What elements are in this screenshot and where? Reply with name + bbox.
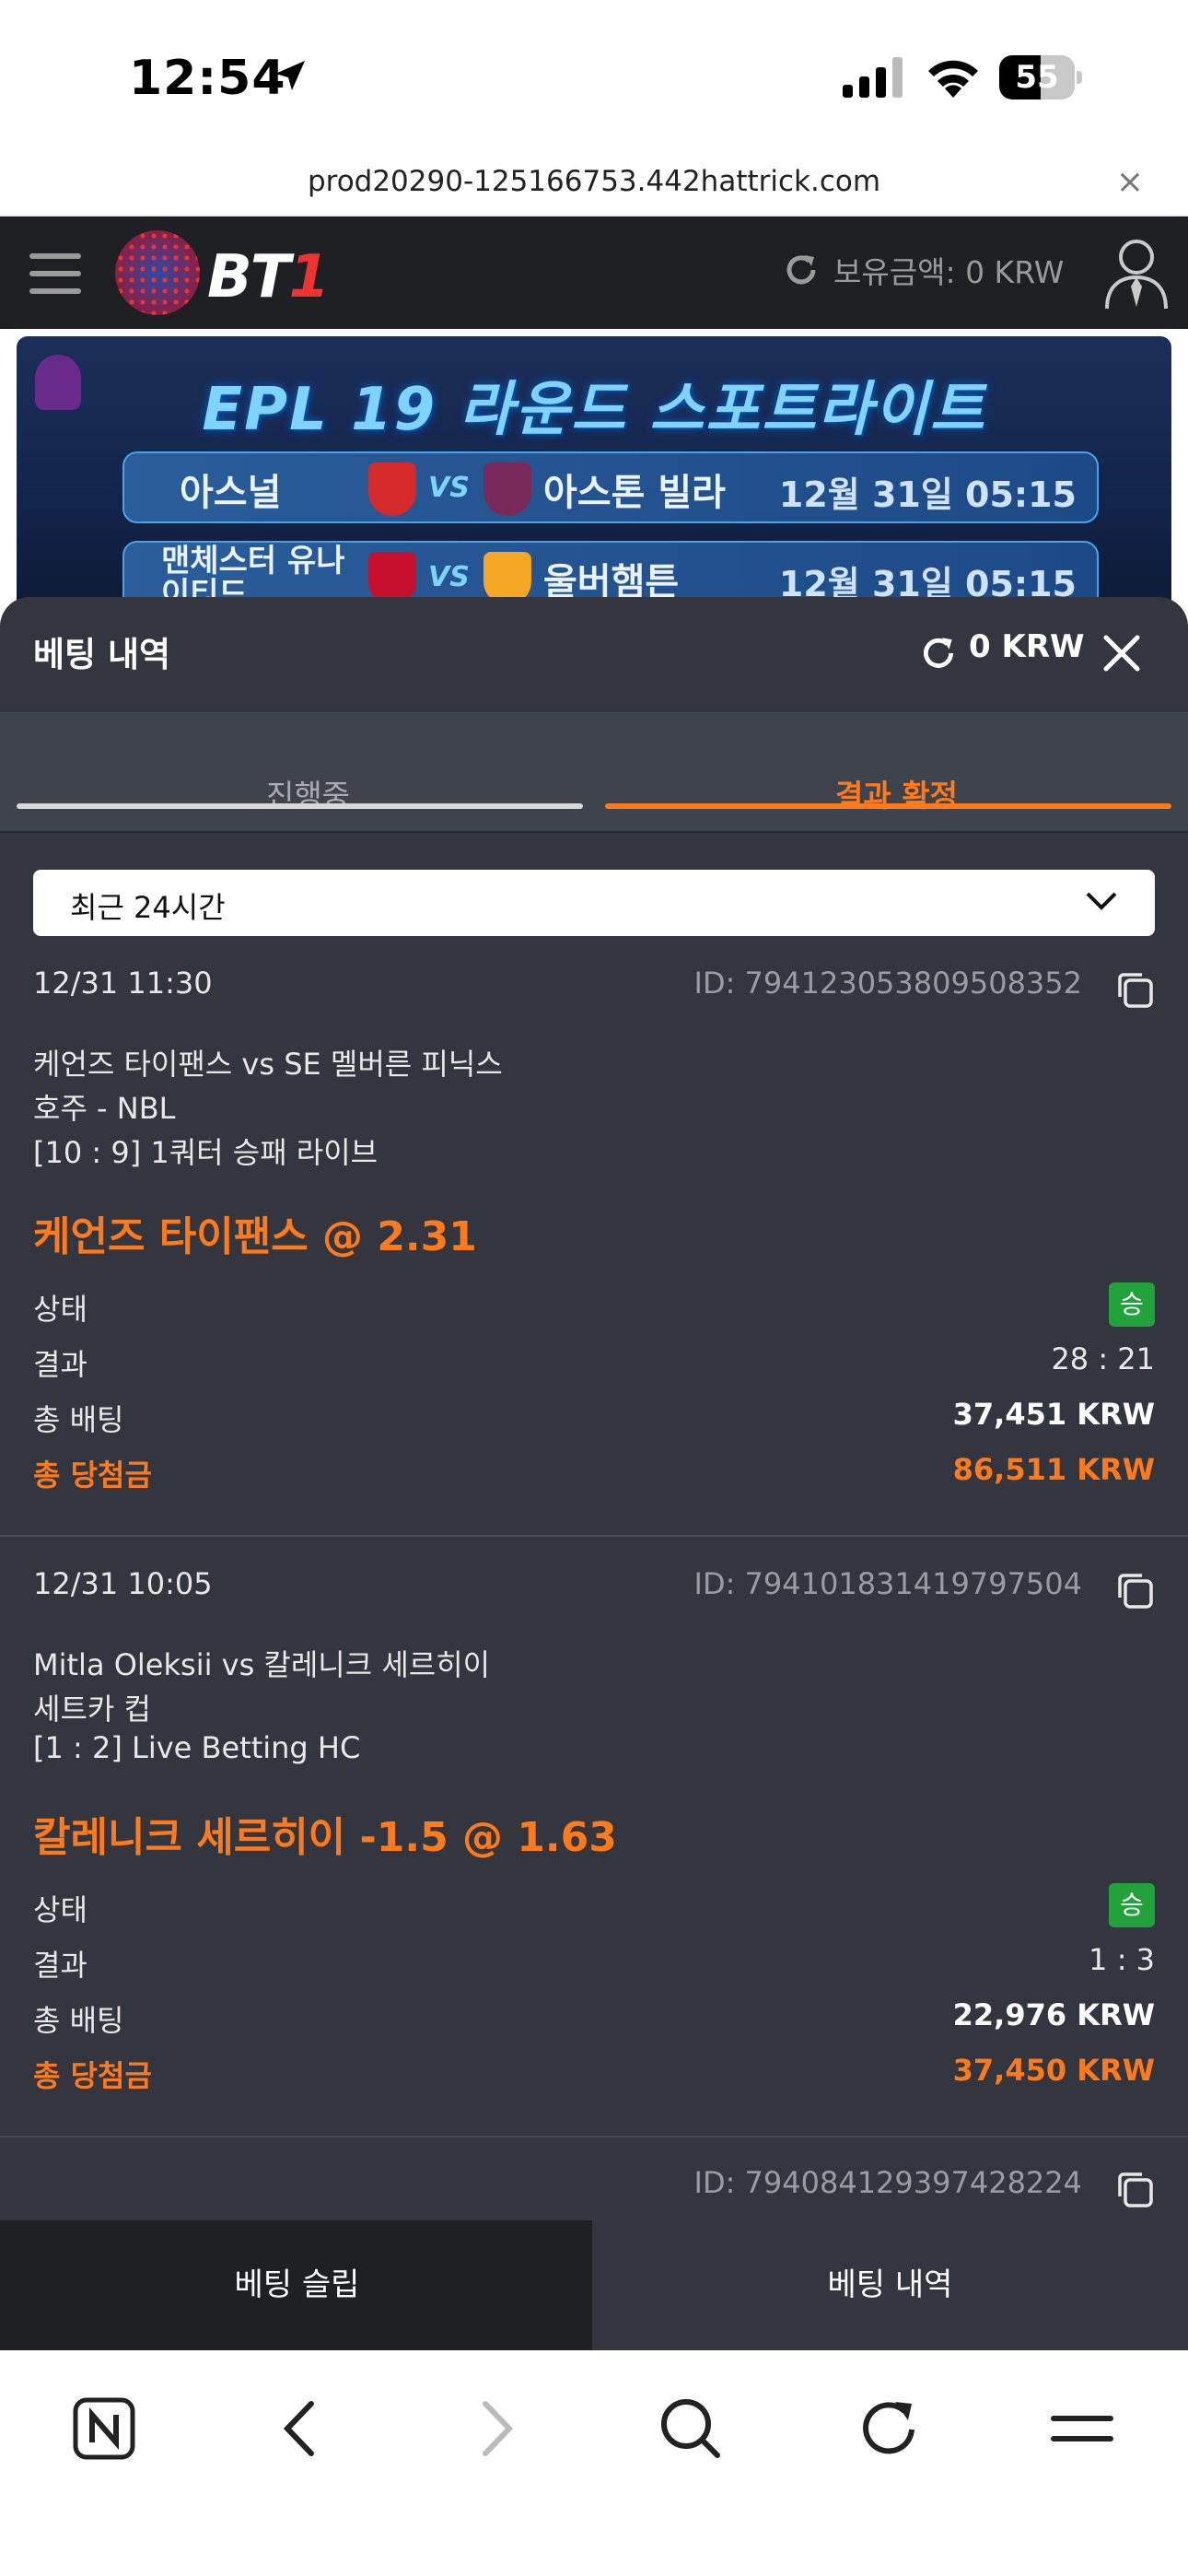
away-team: 아스톤 빌라 <box>543 472 726 514</box>
naver-icon[interactable] <box>72 2396 136 2461</box>
winnings-label: 총 당첨금 <box>33 2058 152 2093</box>
bet-market: [10 : 9] 1쿼터 승패 라이브 <box>33 1135 379 1170</box>
winnings-value: 86,511 KRW <box>952 1452 1155 1487</box>
result-tabs: 진행중 결과 확정 <box>0 713 1188 833</box>
reload-icon[interactable] <box>856 2396 921 2461</box>
winnings-value: 37,450 KRW <box>952 2053 1155 2088</box>
battery-level: 55 <box>1015 59 1059 96</box>
period-select-value: 최근 24시간 <box>70 890 226 925</box>
bet-match: Mitla Oleksii vs 칼레니크 세르히이 <box>33 1647 491 1682</box>
status-label: 상태 <box>33 1892 87 1927</box>
vs-label: VS <box>428 472 470 504</box>
url-bar[interactable]: prod20290-125166753.442hattrick.com × <box>0 152 1188 217</box>
back-icon[interactable] <box>276 2396 322 2461</box>
status-label: 상태 <box>33 1292 87 1327</box>
copy-icon[interactable] <box>1114 969 1155 1010</box>
bet-date: 12/31 11:30 <box>33 966 213 1001</box>
menu-icon[interactable] <box>1050 2396 1114 2461</box>
browser-toolbar <box>0 2350 1188 2576</box>
tab-in-progress[interactable]: 진행중 <box>17 713 600 833</box>
site-logo[interactable]: BT1 <box>115 230 345 315</box>
stake-label: 총 배팅 <box>33 2003 124 2038</box>
bet-id: ID: 794084129397428224 <box>693 2165 1083 2200</box>
arsenal-crest-icon <box>368 463 416 516</box>
copy-icon[interactable] <box>1114 2169 1155 2209</box>
stake-label: 총 배팅 <box>33 1402 124 1437</box>
forward-icon[interactable] <box>474 2396 520 2461</box>
bottom-tabs: 베팅 슬립 베팅 내역 <box>0 2220 1188 2350</box>
bet-id: ID: 794123053809508352 <box>693 966 1083 1001</box>
bet-pick: 케언즈 타이팬스 @ 2.31 <box>33 1213 477 1260</box>
result-label: 결과 <box>33 1347 87 1382</box>
copy-icon[interactable] <box>1114 1570 1155 1610</box>
battery-icon: 55 <box>999 55 1082 100</box>
bet-league: 세트카 컵 <box>33 1692 151 1727</box>
bet-slip-button[interactable]: 베팅 슬립 <box>0 2220 594 2350</box>
sheet-title: 베팅 내역 <box>33 635 171 674</box>
status-time: 12:54 <box>129 51 286 106</box>
vs-label: VS <box>428 561 470 593</box>
period-select[interactable]: 최근 24시간 <box>33 870 1155 936</box>
bet-market: [1 : 2] Live Betting HC <box>33 1730 361 1765</box>
user-icon[interactable] <box>1103 237 1170 310</box>
winnings-label: 총 당첨금 <box>33 1458 152 1493</box>
home-team: 아스널 <box>180 472 282 514</box>
search-icon[interactable] <box>658 2396 723 2461</box>
bet-history-sheet: 베팅 내역 0 KRW 진행중 결과 확정 최근 24시간 12/31 11:3… <box>0 597 1188 2350</box>
url-text[interactable]: prod20290-125166753.442hattrick.com <box>0 165 1188 198</box>
hamburger-menu-icon[interactable] <box>29 253 81 306</box>
header-balance: 보유금액: 0 KRW <box>833 254 1065 290</box>
divider <box>0 1535 1188 1537</box>
wifi-icon <box>928 60 978 98</box>
result-value: 1 : 3 <box>1089 1942 1155 1977</box>
stake-value: 22,976 KRW <box>952 1997 1155 2032</box>
bet-league: 호주 - NBL <box>33 1091 176 1126</box>
page: 12:54 55 prod20290-125166753.442hattrick… <box>0 0 1188 2576</box>
banner-match[interactable]: 아스널 VS 아스톤 빌라 12월 31일 05:15 <box>122 451 1099 523</box>
sheet-balance: 0 KRW <box>969 628 1085 665</box>
bet-id: ID: 794101831419797504 <box>693 1566 1083 1601</box>
banner-title: EPL 19 라운드 스포트라이트 <box>202 376 986 444</box>
status-bar: 12:54 55 <box>0 0 1188 152</box>
site-header: BT1 보유금액: 0 KRW <box>0 217 1188 329</box>
stake-value: 37,451 KRW <box>952 1397 1155 1432</box>
promo-banner[interactable]: EPL 19 라운드 스포트라이트 아스널 VS 아스톤 빌라 12월 31일 … <box>17 336 1171 613</box>
refresh-icon[interactable] <box>919 634 958 673</box>
tab-settled[interactable]: 결과 확정 <box>605 713 1188 833</box>
aston-villa-crest-icon <box>483 463 531 516</box>
bet-pick: 칼레니크 세르히이 -1.5 @ 1.63 <box>33 1814 617 1861</box>
result-value: 28 : 21 <box>1051 1341 1155 1376</box>
status-badge: 승 <box>1109 1883 1155 1927</box>
refresh-icon[interactable] <box>783 252 820 288</box>
cellular-signal-icon <box>843 57 903 98</box>
chevron-down-icon <box>1086 892 1117 910</box>
bet-history-button[interactable]: 베팅 내역 <box>592 2220 1188 2350</box>
divider <box>0 2136 1188 2137</box>
bet-date: 12/31 10:05 <box>33 1566 213 1601</box>
close-icon[interactable]: × <box>1116 163 1144 201</box>
sheet-header: 베팅 내역 0 KRW <box>0 597 1188 713</box>
bet-match: 케언즈 타이팬스 vs SE 멜버른 피닉스 <box>33 1047 503 1082</box>
result-label: 결과 <box>33 1948 87 1983</box>
status-badge: 승 <box>1109 1282 1155 1327</box>
location-arrow-icon <box>275 61 305 90</box>
match-time: 12월 31일 05:15 <box>778 474 1077 515</box>
close-icon[interactable] <box>1101 632 1143 674</box>
